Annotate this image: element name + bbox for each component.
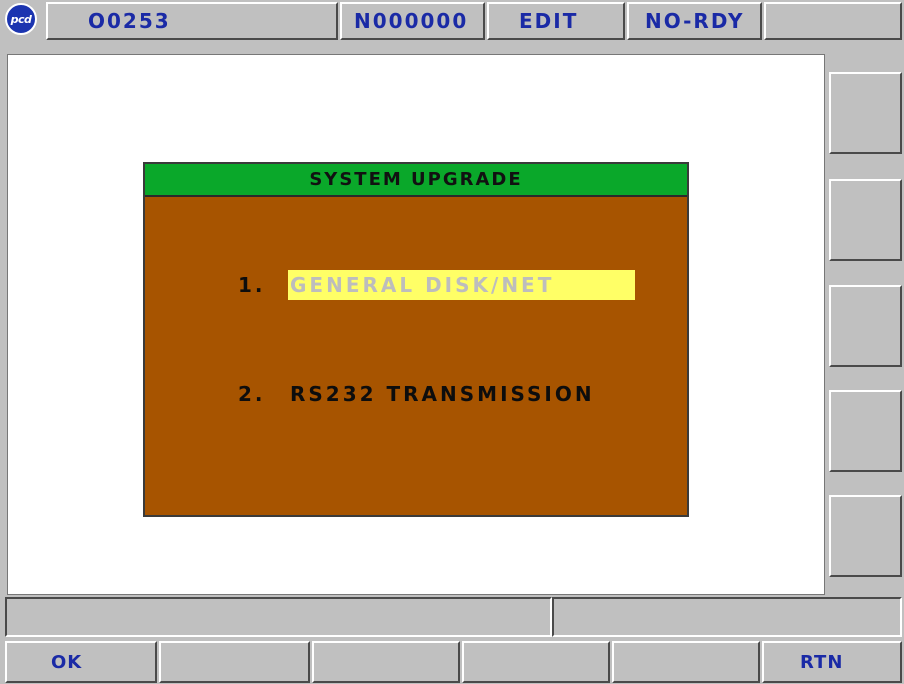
status-bar [552,597,902,637]
side-softkey-5[interactable] [829,495,902,577]
side-softkey-1[interactable] [829,72,902,154]
header-blank-field [764,2,902,40]
program-number-field: O0253 [46,2,338,40]
side-softkey-2[interactable] [829,179,902,261]
ready-status-indicator: NO-RDY [627,2,762,40]
sequence-number-field: N000000 [340,2,485,40]
softkey-2[interactable] [159,641,310,683]
option-1-number: 1. [238,273,266,297]
dialog-title: SYSTEM UPGRADE [145,164,687,197]
softkey-4[interactable] [462,641,610,683]
ok-softkey[interactable]: OK [5,641,157,683]
rtn-softkey[interactable]: RTN [762,641,902,683]
softkey-5[interactable] [612,641,760,683]
mode-indicator: EDIT [487,2,625,40]
option-general-disk-net[interactable]: GENERAL DISK/NET [288,270,635,300]
side-softkey-3[interactable] [829,285,902,367]
message-bar [5,597,552,637]
side-softkey-4[interactable] [829,390,902,472]
option-rs232-transmission[interactable]: RS232 TRANSMISSION [290,382,595,406]
system-upgrade-dialog [143,162,689,517]
softkey-3[interactable] [312,641,460,683]
pcd-logo-icon: pcd [5,3,37,35]
option-2-number: 2. [238,382,266,406]
